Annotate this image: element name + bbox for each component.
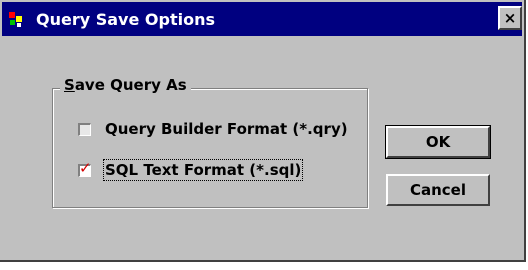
save-query-as-group	[52, 88, 368, 208]
sql-text-format-checkbox[interactable]: ✓	[78, 158, 92, 177]
close-button[interactable]: ×	[498, 6, 522, 30]
group-label-rest: ave Query As	[74, 76, 187, 94]
query-builder-format-checkbox[interactable]	[78, 122, 91, 136]
query-builder-format-label[interactable]: Query Builder Format (*.qry)	[105, 120, 348, 138]
sql-text-format-label[interactable]: SQL Text Format (*.sql)	[102, 159, 304, 181]
app-sql-icon	[8, 8, 30, 30]
cancel-button[interactable]: Cancel	[386, 174, 490, 206]
option-query-builder-format[interactable]: Query Builder Format (*.qry)	[78, 120, 348, 138]
group-label-mnemonic: S	[64, 76, 75, 94]
close-icon: ×	[503, 9, 517, 27]
option-sql-text-format[interactable]: ✓ SQL Text Format (*.sql)	[78, 158, 304, 181]
checkmark-icon: ✓	[79, 158, 92, 177]
ok-button[interactable]: OK	[385, 125, 491, 159]
group-label: Save Query As	[60, 76, 191, 94]
title-bar[interactable]: Query Save Options ×	[2, 2, 522, 36]
query-save-options-dialog: Query Save Options × Save Query As Query…	[0, 0, 526, 262]
window-title: Query Save Options	[36, 9, 215, 29]
